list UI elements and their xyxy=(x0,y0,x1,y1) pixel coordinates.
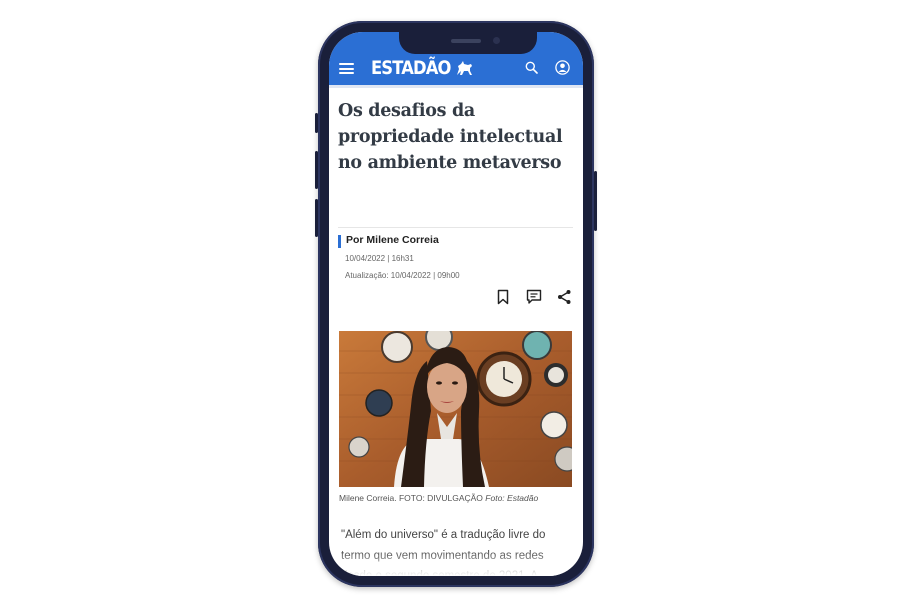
estadao-logo[interactable]: ESTADÃO xyxy=(371,55,474,81)
mute-switch xyxy=(315,113,318,133)
caption-text: Milene Correia. FOTO: DIVULGAÇÃO xyxy=(339,493,483,503)
update-date: Atualização: 10/04/2022 | 09h00 xyxy=(345,271,460,280)
notch xyxy=(399,32,537,54)
author-accent-bar xyxy=(338,235,341,248)
user-account-icon[interactable] xyxy=(555,60,570,75)
phone-screen: ESTADÃO Os desafios da propriedade intel… xyxy=(329,32,583,576)
hamburger-menu-icon[interactable] xyxy=(339,63,354,74)
comment-icon[interactable] xyxy=(526,289,542,305)
front-camera xyxy=(493,37,500,44)
portrait-illustration xyxy=(339,331,572,487)
article-title: Os desafios da propriedade intelectual n… xyxy=(338,101,563,173)
article-content: Os desafios da propriedade intelectual n… xyxy=(329,88,583,576)
photo-credit: Foto: Estadão xyxy=(485,493,539,503)
volume-down-button xyxy=(315,199,318,237)
article-photo[interactable] xyxy=(339,331,572,487)
scroll-fade xyxy=(329,550,583,576)
speaker xyxy=(451,39,481,43)
horse-rider-logo-icon xyxy=(457,61,473,75)
logo-wordmark: ESTADÃO xyxy=(371,57,451,79)
publish-date: 10/04/2022 | 16h31 xyxy=(345,254,414,263)
volume-up-button xyxy=(315,151,318,189)
title-divider xyxy=(338,227,573,228)
share-icon[interactable] xyxy=(557,289,572,305)
bookmark-icon[interactable] xyxy=(496,289,510,305)
power-button xyxy=(594,171,597,231)
article-author[interactable]: Por Milene Correia xyxy=(346,234,439,246)
phone-frame: ESTADÃO Os desafios da propriedade intel… xyxy=(315,21,597,587)
search-icon[interactable] xyxy=(525,61,538,74)
photo-caption: Milene Correia. FOTO: DIVULGAÇÃO Foto: E… xyxy=(339,493,538,503)
